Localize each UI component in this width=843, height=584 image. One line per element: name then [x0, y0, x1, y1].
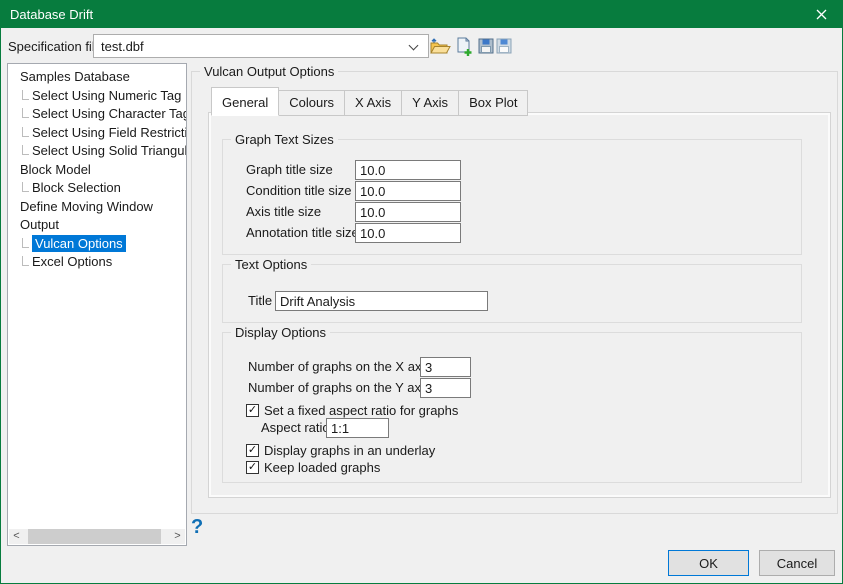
- save-icon: [478, 38, 494, 54]
- axis-title-size-label: Axis title size: [246, 202, 321, 223]
- tree-item-select-character-tag[interactable]: Select Using Character Tag: [8, 105, 186, 124]
- tree-item-excel-options[interactable]: Excel Options: [8, 253, 186, 272]
- display-options-title: Display Options: [231, 325, 330, 340]
- graph-text-sizes-title: Graph Text Sizes: [231, 132, 338, 147]
- tree-item-select-solid-triangulation[interactable]: Select Using Solid Triangulation: [8, 142, 186, 161]
- annotation-title-size-label: Annotation title size: [246, 223, 359, 244]
- tree-item-vulcan-options[interactable]: Vulcan Options: [8, 235, 186, 254]
- fixed-aspect-label: Set a fixed aspect ratio for graphs: [264, 403, 458, 418]
- ok-button[interactable]: OK: [668, 550, 749, 576]
- keep-loaded-label: Keep loaded graphs: [264, 460, 380, 475]
- group-graph-text-sizes: Graph Text Sizes Graph title size Condit…: [222, 139, 802, 255]
- open-file-button[interactable]: [429, 35, 451, 57]
- save-as-icon: [496, 38, 512, 54]
- check-icon: ✓: [248, 445, 257, 456]
- check-icon: ✓: [248, 405, 257, 416]
- save-as-button[interactable]: [493, 35, 515, 57]
- tree-item-output[interactable]: Output: [8, 216, 186, 235]
- tree-item-block-model[interactable]: Block Model: [8, 161, 186, 180]
- keep-loaded-checkbox-row: ✓ Keep loaded graphs: [246, 459, 380, 475]
- close-button[interactable]: [800, 1, 842, 28]
- underlay-checkbox[interactable]: ✓: [246, 444, 259, 457]
- graph-title-size-input[interactable]: [355, 160, 461, 180]
- tab-x-axis[interactable]: X Axis: [345, 90, 402, 116]
- tab-colours[interactable]: Colours: [279, 90, 345, 116]
- y-graphs-input[interactable]: [420, 378, 471, 398]
- scroll-left-arrow-icon[interactable]: <: [9, 529, 24, 544]
- fixed-aspect-checkbox-row: ✓ Set a fixed aspect ratio for graphs: [246, 402, 458, 418]
- title-input[interactable]: [275, 291, 488, 311]
- axis-title-size-input[interactable]: [355, 202, 461, 222]
- close-icon: [816, 9, 827, 20]
- condition-title-size-input[interactable]: [355, 181, 461, 201]
- spec-file-value: test.dbf: [101, 39, 144, 54]
- vulcan-output-options-title: Vulcan Output Options: [200, 64, 338, 79]
- spec-file-combobox[interactable]: test.dbf: [93, 34, 429, 58]
- settings-tree-panel: Samples Database Select Using Numeric Ta…: [7, 63, 187, 546]
- text-options-title: Text Options: [231, 257, 311, 272]
- scrollbar-track[interactable]: [24, 529, 170, 544]
- x-graphs-input[interactable]: [420, 357, 471, 377]
- tree-item-define-moving-window[interactable]: Define Moving Window: [8, 198, 186, 217]
- tab-box-plot[interactable]: Box Plot: [459, 90, 528, 116]
- group-text-options: Text Options Title: [222, 264, 802, 323]
- output-tabs: General Colours X Axis Y Axis Box Plot: [211, 90, 528, 116]
- new-file-button[interactable]: [453, 35, 475, 57]
- help-icon[interactable]: ?: [191, 516, 203, 539]
- titlebar: Database Drift: [1, 1, 842, 28]
- keep-loaded-checkbox[interactable]: ✓: [246, 461, 259, 474]
- tree-item-select-field-restriction[interactable]: Select Using Field Restriction: [8, 124, 186, 143]
- condition-title-size-label: Condition title size: [246, 181, 352, 202]
- tab-general[interactable]: General: [211, 87, 279, 116]
- general-tab-page: Graph Text Sizes Graph title size Condit…: [208, 112, 831, 498]
- cancel-button[interactable]: Cancel: [759, 550, 835, 576]
- scrollbar-thumb[interactable]: [28, 529, 161, 544]
- tree-item-samples-database[interactable]: Samples Database: [8, 68, 186, 87]
- aspect-ratio-label: Aspect ratio: [261, 418, 330, 439]
- chevron-down-icon: [409, 41, 419, 51]
- tree-item-select-numeric-tag[interactable]: Select Using Numeric Tag: [8, 87, 186, 106]
- group-display-options: Display Options Number of graphs on the …: [222, 332, 802, 483]
- scroll-right-arrow-icon[interactable]: >: [170, 529, 185, 544]
- check-icon: ✓: [248, 462, 257, 473]
- tab-y-axis[interactable]: Y Axis: [402, 90, 459, 116]
- y-graphs-label: Number of graphs on the Y axis: [248, 378, 430, 399]
- title-label: Title: [248, 291, 272, 312]
- tree-horizontal-scrollbar[interactable]: < >: [9, 529, 185, 544]
- underlay-label: Display graphs in an underlay: [264, 443, 435, 458]
- new-file-icon: [455, 37, 473, 56]
- underlay-checkbox-row: ✓ Display graphs in an underlay: [246, 442, 435, 458]
- annotation-title-size-input[interactable]: [355, 223, 461, 243]
- tree-item-block-selection[interactable]: Block Selection: [8, 179, 186, 198]
- aspect-ratio-input[interactable]: [326, 418, 389, 438]
- graph-title-size-label: Graph title size: [246, 160, 333, 181]
- window-title: Database Drift: [10, 7, 93, 22]
- settings-tree: Samples Database Select Using Numeric Ta…: [8, 64, 186, 272]
- x-graphs-label: Number of graphs on the X axis: [248, 357, 431, 378]
- fixed-aspect-checkbox[interactable]: ✓: [246, 404, 259, 417]
- open-folder-icon: [430, 37, 451, 55]
- database-drift-dialog: Database Drift Specification file (*.dpf…: [0, 0, 843, 584]
